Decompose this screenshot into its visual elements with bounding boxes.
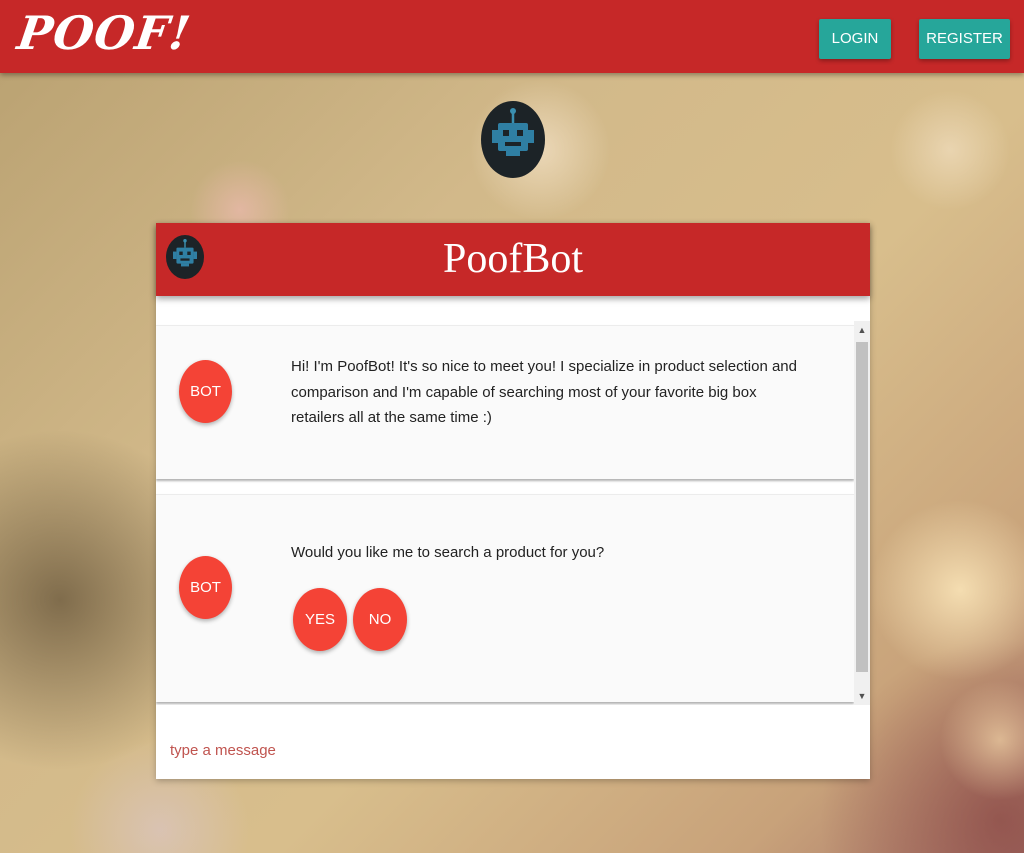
scroll-up-arrow-icon[interactable]: ▲ — [854, 321, 870, 339]
chat-header: PoofBot — [156, 223, 870, 296]
login-button[interactable]: LOGIN — [819, 19, 891, 59]
scrollbar-thumb[interactable] — [856, 342, 868, 672]
bot-avatar-badge: BOT — [179, 556, 232, 619]
robot-icon — [166, 235, 204, 279]
message-list[interactable]: BOT Hi! I'm PoofBot! It's so nice to mee… — [156, 321, 870, 705]
message-card: BOT Hi! I'm PoofBot! It's so nice to mee… — [156, 325, 854, 479]
scroll-down-arrow-icon[interactable]: ▼ — [854, 687, 870, 705]
bot-avatar-badge: BOT — [179, 360, 232, 423]
register-button[interactable]: REGISTER — [919, 19, 1010, 59]
message-text: Would you like me to search a product fo… — [291, 544, 605, 561]
message-input[interactable] — [170, 735, 850, 765]
message-card: BOT Would you like me to search a produc… — [156, 494, 854, 702]
top-navbar: POOF! LOGIN REGISTER — [0, 0, 1024, 73]
yes-button[interactable]: YES — [293, 588, 347, 651]
no-button[interactable]: NO — [353, 588, 407, 651]
chat-panel: PoofBot BOT Hi! I'm PoofBot! It's so nic… — [156, 223, 870, 779]
message-scrollbar[interactable]: ▲ ▼ — [854, 321, 870, 705]
message-text: Hi! I'm PoofBot! It's so nice to meet yo… — [291, 358, 797, 426]
chat-title: PoofBot — [442, 236, 584, 282]
robot-icon — [481, 101, 545, 178]
poof-logo[interactable]: POOF! — [14, 6, 194, 60]
